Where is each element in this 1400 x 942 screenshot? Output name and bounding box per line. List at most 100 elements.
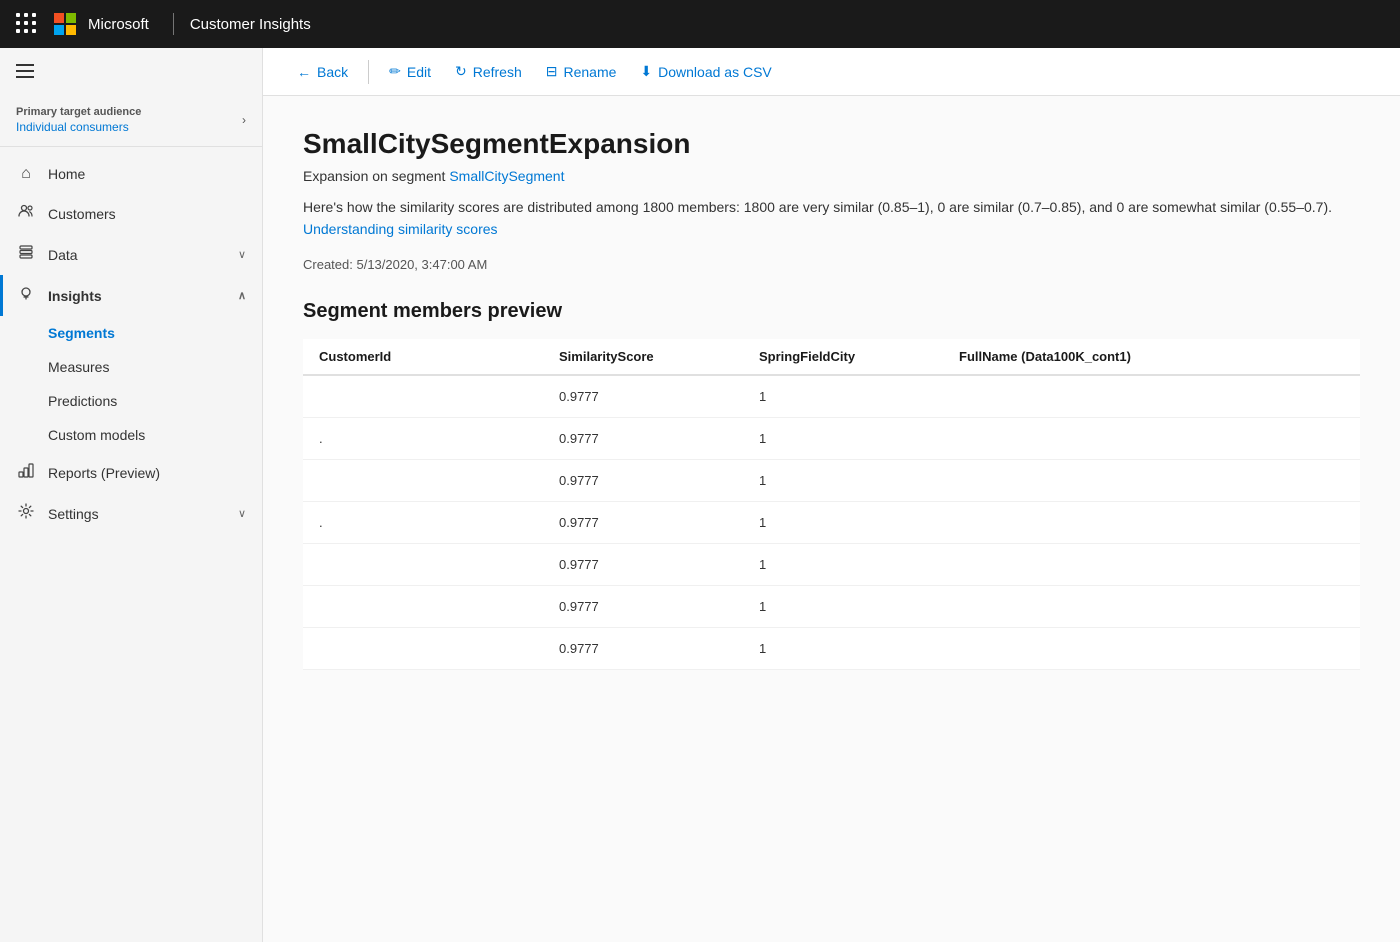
expansion-segment-link[interactable]: SmallCitySegment (449, 168, 564, 184)
sidebar-item-segments-label: Segments (48, 325, 115, 341)
sidebar-item-predictions[interactable]: Predictions (0, 384, 262, 418)
col-header-customerid: CustomerId (303, 339, 543, 375)
table-row: 0.9777 1 (303, 627, 1360, 669)
sidebar-item-insights[interactable]: Insights ∧ (0, 275, 262, 316)
topbar: Microsoft Customer Insights (0, 0, 1400, 48)
col-header-city: SpringFieldCity (743, 339, 943, 375)
sidebar-item-measures[interactable]: Measures (0, 350, 262, 384)
expansion-subtitle: Expansion on segment SmallCitySegment (303, 168, 1360, 184)
audience-chevron-right-icon: › (242, 113, 246, 127)
data-icon (16, 244, 36, 265)
sidebar-item-customers[interactable]: Customers (0, 193, 262, 234)
edit-icon: ✏ (389, 63, 401, 80)
cell-city: 1 (743, 627, 943, 669)
reports-icon (16, 462, 36, 483)
cell-fullname (943, 459, 1360, 501)
table-row: 0.9777 1 (303, 585, 1360, 627)
insights-chevron-up-icon: ∧ (238, 289, 246, 302)
cell-score: 0.9777 (543, 459, 743, 501)
cell-score: 0.9777 (543, 417, 743, 459)
cell-city: 1 (743, 585, 943, 627)
section-title: Segment members preview (303, 300, 1360, 323)
insights-icon (16, 285, 36, 306)
home-icon: ⌂ (16, 165, 36, 183)
cell-city: 1 (743, 501, 943, 543)
page-title: SmallCitySegmentExpansion (303, 128, 1360, 160)
download-icon: ⬇ (640, 63, 652, 80)
cell-score: 0.9777 (543, 375, 743, 418)
cell-fullname (943, 375, 1360, 418)
rename-button[interactable]: ⊟ Rename (536, 57, 627, 86)
toolbar-divider (368, 60, 369, 84)
sidebar-nav: ⌂ Home Customers (0, 147, 262, 942)
data-chevron-down-icon: ∨ (238, 248, 246, 261)
edit-button[interactable]: ✏ Edit (379, 57, 441, 86)
sidebar-item-reports[interactable]: Reports (Preview) (0, 452, 262, 493)
app-launcher-icon[interactable] (16, 13, 38, 35)
refresh-icon: ↻ (455, 63, 467, 80)
col-header-fullname: FullName (Data100K_cont1) (943, 339, 1360, 375)
sidebar: Primary target audience Individual consu… (0, 48, 263, 942)
sidebar-item-settings-label: Settings (48, 506, 99, 522)
sidebar-item-custom-models[interactable]: Custom models (0, 418, 262, 452)
sidebar-item-custom-models-label: Custom models (48, 427, 145, 443)
col-header-score: SimilarityScore (543, 339, 743, 375)
cell-customerid (303, 459, 543, 501)
expansion-prefix: Expansion on segment (303, 168, 445, 184)
edit-label: Edit (407, 64, 431, 80)
similarity-scores-link[interactable]: Understanding similarity scores (303, 221, 498, 237)
cell-fullname (943, 543, 1360, 585)
cell-fullname (943, 501, 1360, 543)
table-row: 0.9777 1 (303, 459, 1360, 501)
microsoft-logo (54, 13, 76, 35)
description-main: Here's how the similarity scores are dis… (303, 199, 1332, 215)
cell-customerid (303, 627, 543, 669)
cell-score: 0.9777 (543, 501, 743, 543)
sidebar-item-reports-label: Reports (Preview) (48, 465, 160, 481)
cell-city: 1 (743, 375, 943, 418)
description-text: Here's how the similarity scores are dis… (303, 196, 1360, 241)
cell-fullname (943, 417, 1360, 459)
download-csv-button[interactable]: ⬇ Download as CSV (630, 57, 781, 86)
cell-city: 1 (743, 543, 943, 585)
sidebar-item-settings[interactable]: Settings ∨ (0, 493, 262, 534)
page-content: SmallCitySegmentExpansion Expansion on s… (263, 96, 1400, 942)
settings-icon (16, 503, 36, 524)
cell-customerid (303, 375, 543, 418)
topbar-divider (173, 13, 174, 35)
download-label: Download as CSV (658, 64, 772, 80)
cell-customerid: . (303, 501, 543, 543)
cell-fullname (943, 627, 1360, 669)
customers-icon (16, 203, 36, 224)
audience-selector[interactable]: Primary target audience Individual consu… (0, 94, 262, 147)
cell-score: 0.9777 (543, 543, 743, 585)
table-row: 0.9777 1 (303, 375, 1360, 418)
main-layout: Primary target audience Individual consu… (0, 48, 1400, 942)
table-row: . 0.9777 1 (303, 417, 1360, 459)
cell-customerid (303, 585, 543, 627)
table-row: 0.9777 1 (303, 543, 1360, 585)
sidebar-item-segments[interactable]: Segments (0, 316, 262, 350)
sidebar-toggle-button[interactable] (0, 48, 262, 94)
back-button[interactable]: ← Back (287, 58, 358, 86)
created-date: Created: 5/13/2020, 3:47:00 AM (303, 257, 1360, 272)
back-icon: ← (297, 64, 311, 80)
brand-name: Microsoft (88, 16, 149, 33)
sidebar-item-home[interactable]: ⌂ Home (0, 155, 262, 193)
hamburger-icon (16, 64, 246, 78)
cell-fullname (943, 585, 1360, 627)
sidebar-item-data[interactable]: Data ∨ (0, 234, 262, 275)
settings-chevron-down-icon: ∨ (238, 507, 246, 520)
refresh-label: Refresh (473, 64, 522, 80)
sidebar-item-home-label: Home (48, 166, 85, 182)
app-title: Customer Insights (190, 16, 311, 33)
sidebar-item-measures-label: Measures (48, 359, 109, 375)
back-label: Back (317, 64, 348, 80)
cell-city: 1 (743, 417, 943, 459)
sidebar-item-data-label: Data (48, 247, 78, 263)
members-table: CustomerId SimilarityScore SpringFieldCi… (303, 339, 1360, 670)
cell-score: 0.9777 (543, 585, 743, 627)
refresh-button[interactable]: ↻ Refresh (445, 57, 532, 86)
content-area: ← Back ✏ Edit ↻ Refresh ⊟ Rename ⬇ Downl… (263, 48, 1400, 942)
table-row: . 0.9777 1 (303, 501, 1360, 543)
